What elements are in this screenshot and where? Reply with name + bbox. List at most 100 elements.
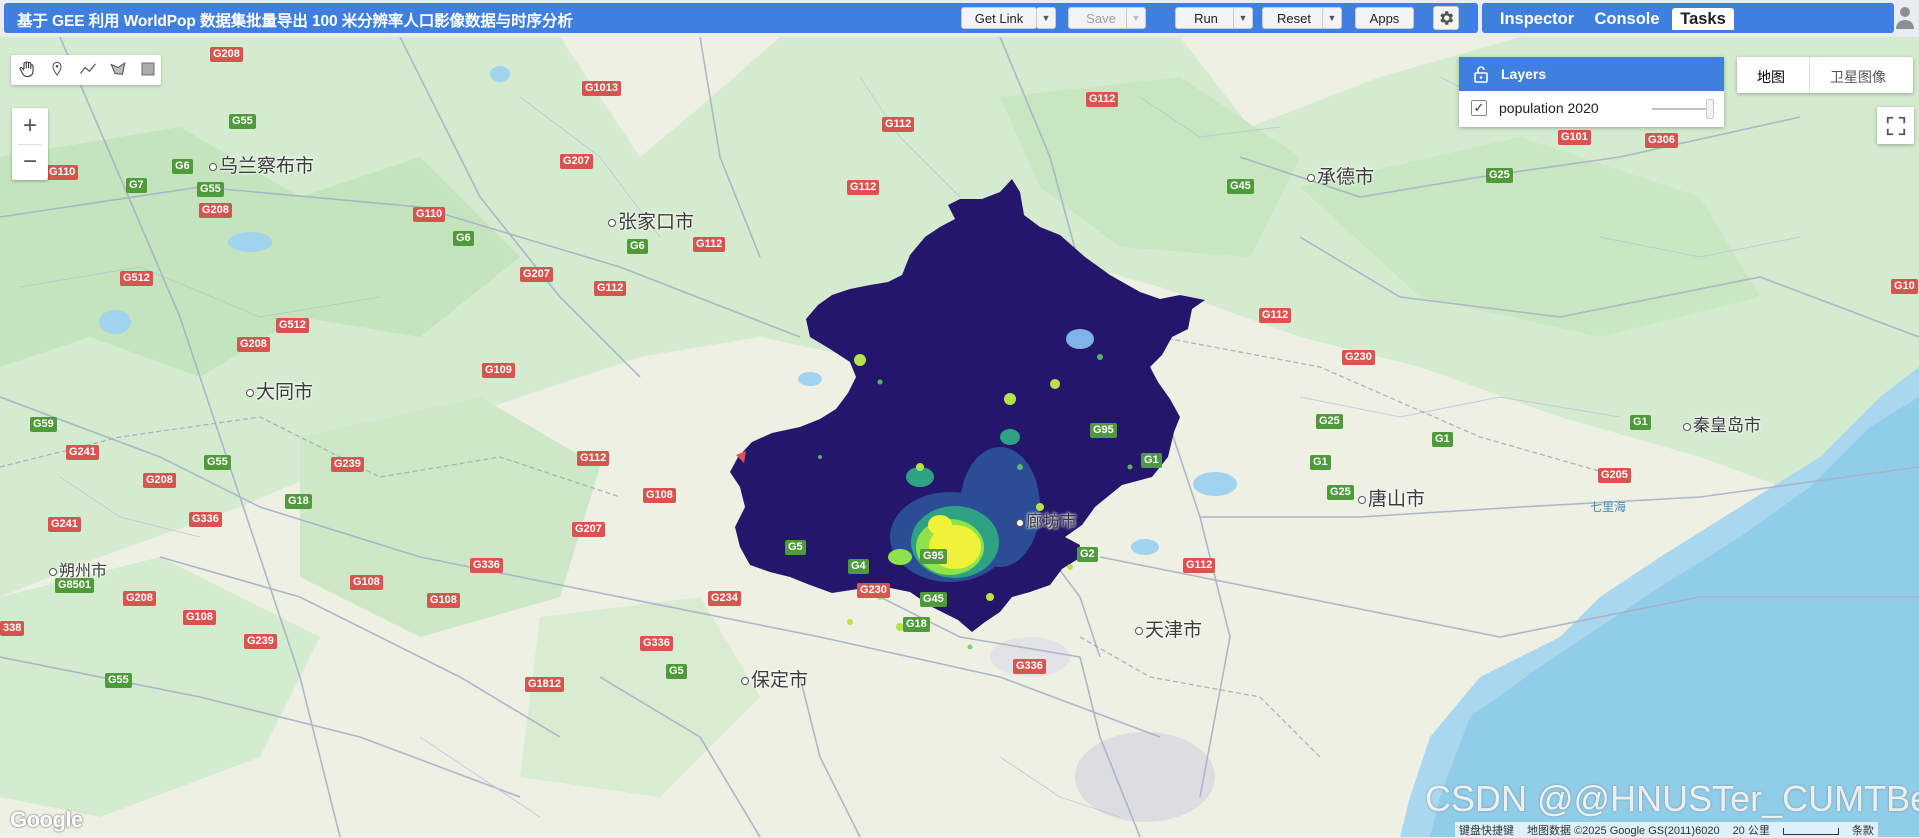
road-shield: G55 bbox=[204, 455, 231, 470]
top-bar: 基于 GEE 利用 WorldPop 数据集批量导出 100 米分辨率人口影像数… bbox=[0, 0, 1919, 37]
apps-button[interactable]: Apps bbox=[1355, 7, 1414, 29]
opacity-slider-track[interactable] bbox=[1652, 108, 1710, 110]
polygon-tool[interactable] bbox=[106, 56, 130, 82]
polygon-icon bbox=[110, 61, 126, 75]
get-link-dropdown[interactable]: ▼ bbox=[1036, 7, 1056, 29]
city-label: 保定市 bbox=[741, 665, 808, 692]
road-shield: G112 bbox=[1086, 92, 1119, 107]
zoom-out-button[interactable]: − bbox=[12, 144, 48, 180]
zoom-control: + − bbox=[12, 108, 48, 180]
road-shield: G108 bbox=[643, 488, 676, 503]
road-shield: G241 bbox=[48, 517, 81, 532]
terms-link[interactable]: 条款 bbox=[1852, 822, 1874, 837]
road-shield: G101 bbox=[1558, 130, 1591, 145]
road-shield: G230 bbox=[857, 583, 890, 598]
hand-icon bbox=[19, 61, 34, 78]
opacity-slider-thumb[interactable] bbox=[1706, 99, 1714, 119]
road-shield: G112 bbox=[882, 117, 915, 132]
road-shield: G25 bbox=[1486, 168, 1513, 183]
road-shield: G95 bbox=[1090, 423, 1117, 438]
watermark: CSDN @@HNUSTer_CUMTBer bbox=[1425, 778, 1919, 819]
city-label: 大同市 bbox=[246, 377, 313, 404]
road-shield: G18 bbox=[903, 617, 930, 632]
road-shield: G112 bbox=[594, 281, 627, 296]
person-icon[interactable] bbox=[1893, 4, 1917, 30]
road-shield: G1 bbox=[1141, 453, 1162, 468]
map-canvas[interactable]: G208 G335 G1013 G55 G112 G112 G101 G306 … bbox=[0, 37, 1919, 837]
road-shield: G112 bbox=[1183, 558, 1216, 573]
road-shield: G241 bbox=[66, 445, 99, 460]
fullscreen-button[interactable] bbox=[1877, 107, 1914, 144]
road-shield: G512 bbox=[276, 318, 309, 333]
chevron-down-icon: ▼ bbox=[1327, 13, 1337, 23]
road-shield: G10 bbox=[1891, 279, 1918, 294]
divider bbox=[1809, 57, 1810, 93]
fullscreen-icon bbox=[1886, 116, 1905, 135]
road-shield: G306 bbox=[1645, 133, 1678, 148]
road-shield: G1 bbox=[1310, 455, 1331, 470]
chevron-down-icon: ▼ bbox=[1041, 13, 1051, 23]
layer-visibility-checkbox[interactable]: ✓ bbox=[1471, 100, 1487, 116]
layer-name[interactable]: population 2020 bbox=[1499, 100, 1599, 116]
save-dropdown[interactable]: ▼ bbox=[1126, 7, 1146, 29]
road-shield: G110 bbox=[413, 207, 446, 222]
road-shield: G1013 bbox=[582, 81, 622, 96]
scale-label: 20 公里 bbox=[1732, 825, 1770, 837]
line-tool[interactable] bbox=[76, 56, 100, 82]
layers-header[interactable]: Layers bbox=[1459, 57, 1724, 91]
road-shield: G45 bbox=[1227, 179, 1254, 194]
city-label: 廊坊市 bbox=[1016, 507, 1077, 532]
road-shield: G1 bbox=[1630, 415, 1651, 430]
keyboard-shortcuts-link[interactable]: 键盘快捷键 bbox=[1459, 822, 1514, 837]
settings-icon bbox=[1440, 11, 1454, 25]
run-dropdown[interactable]: ▼ bbox=[1233, 7, 1253, 29]
script-title-bar: 基于 GEE 利用 WorldPop 数据集批量导出 100 米分辨率人口影像数… bbox=[4, 3, 1478, 33]
lock-icon[interactable] bbox=[1473, 65, 1489, 83]
road-shield: G336 bbox=[189, 512, 222, 527]
road-shield: G55 bbox=[105, 673, 132, 688]
map-type-control: 地图 卫星图像 bbox=[1737, 57, 1913, 93]
map-type-satellite[interactable]: 卫星图像 bbox=[1830, 67, 1886, 87]
reset-button[interactable]: Reset bbox=[1262, 7, 1326, 29]
run-button[interactable]: Run bbox=[1175, 7, 1237, 29]
get-link-button[interactable]: Get Link bbox=[961, 7, 1037, 29]
road-shield: G59 bbox=[30, 417, 57, 432]
road-shield: G18 bbox=[285, 494, 312, 509]
road-shield: G4 bbox=[848, 559, 869, 574]
road-shield: G110 bbox=[46, 165, 79, 180]
road-shield: G208 bbox=[237, 337, 270, 352]
road-shield: G55 bbox=[197, 182, 224, 197]
road-shield: G205 bbox=[1598, 468, 1631, 483]
rectangle-icon bbox=[141, 62, 155, 76]
reset-dropdown[interactable]: ▼ bbox=[1322, 7, 1342, 29]
zoom-in-button[interactable]: + bbox=[12, 108, 48, 144]
road-shield: G112 bbox=[1259, 308, 1292, 323]
layers-panel: Layers ✓ population 2020 bbox=[1459, 57, 1724, 127]
road-shield: G207 bbox=[572, 522, 605, 537]
road-shield: G95 bbox=[920, 549, 947, 564]
road-shield: G512 bbox=[120, 271, 153, 286]
road-shield: G207 bbox=[560, 154, 593, 169]
tab-console[interactable]: Console bbox=[1586, 8, 1668, 30]
road-shield: G208 bbox=[199, 203, 232, 218]
tab-inspector[interactable]: Inspector bbox=[1492, 8, 1582, 30]
point-tool[interactable] bbox=[45, 56, 69, 82]
scale-bar bbox=[1782, 828, 1839, 835]
road-shield: G1 bbox=[1432, 432, 1453, 447]
rectangle-tool[interactable] bbox=[136, 56, 160, 82]
pan-tool[interactable] bbox=[15, 56, 39, 82]
save-button[interactable]: Save bbox=[1068, 7, 1134, 29]
road-shield: G112 bbox=[693, 237, 726, 252]
attribution-bar: 键盘快捷键 地图数据 ©2025 Google GS(2011)6020 20 … bbox=[1455, 822, 1878, 837]
city-label: 秦皇岛市 bbox=[1683, 411, 1761, 436]
tab-tasks[interactable]: Tasks bbox=[1672, 8, 1734, 30]
marker-icon bbox=[52, 61, 62, 76]
layers-title: Layers bbox=[1501, 66, 1547, 82]
road-shield: G108 bbox=[427, 593, 460, 608]
google-logo: Google bbox=[10, 807, 83, 832]
road-shield: G239 bbox=[244, 634, 277, 649]
road-shield: G7 bbox=[126, 178, 147, 193]
road-shield: G45 bbox=[920, 592, 947, 607]
settings-button[interactable] bbox=[1433, 6, 1459, 30]
map-type-map[interactable]: 地图 bbox=[1757, 67, 1785, 87]
